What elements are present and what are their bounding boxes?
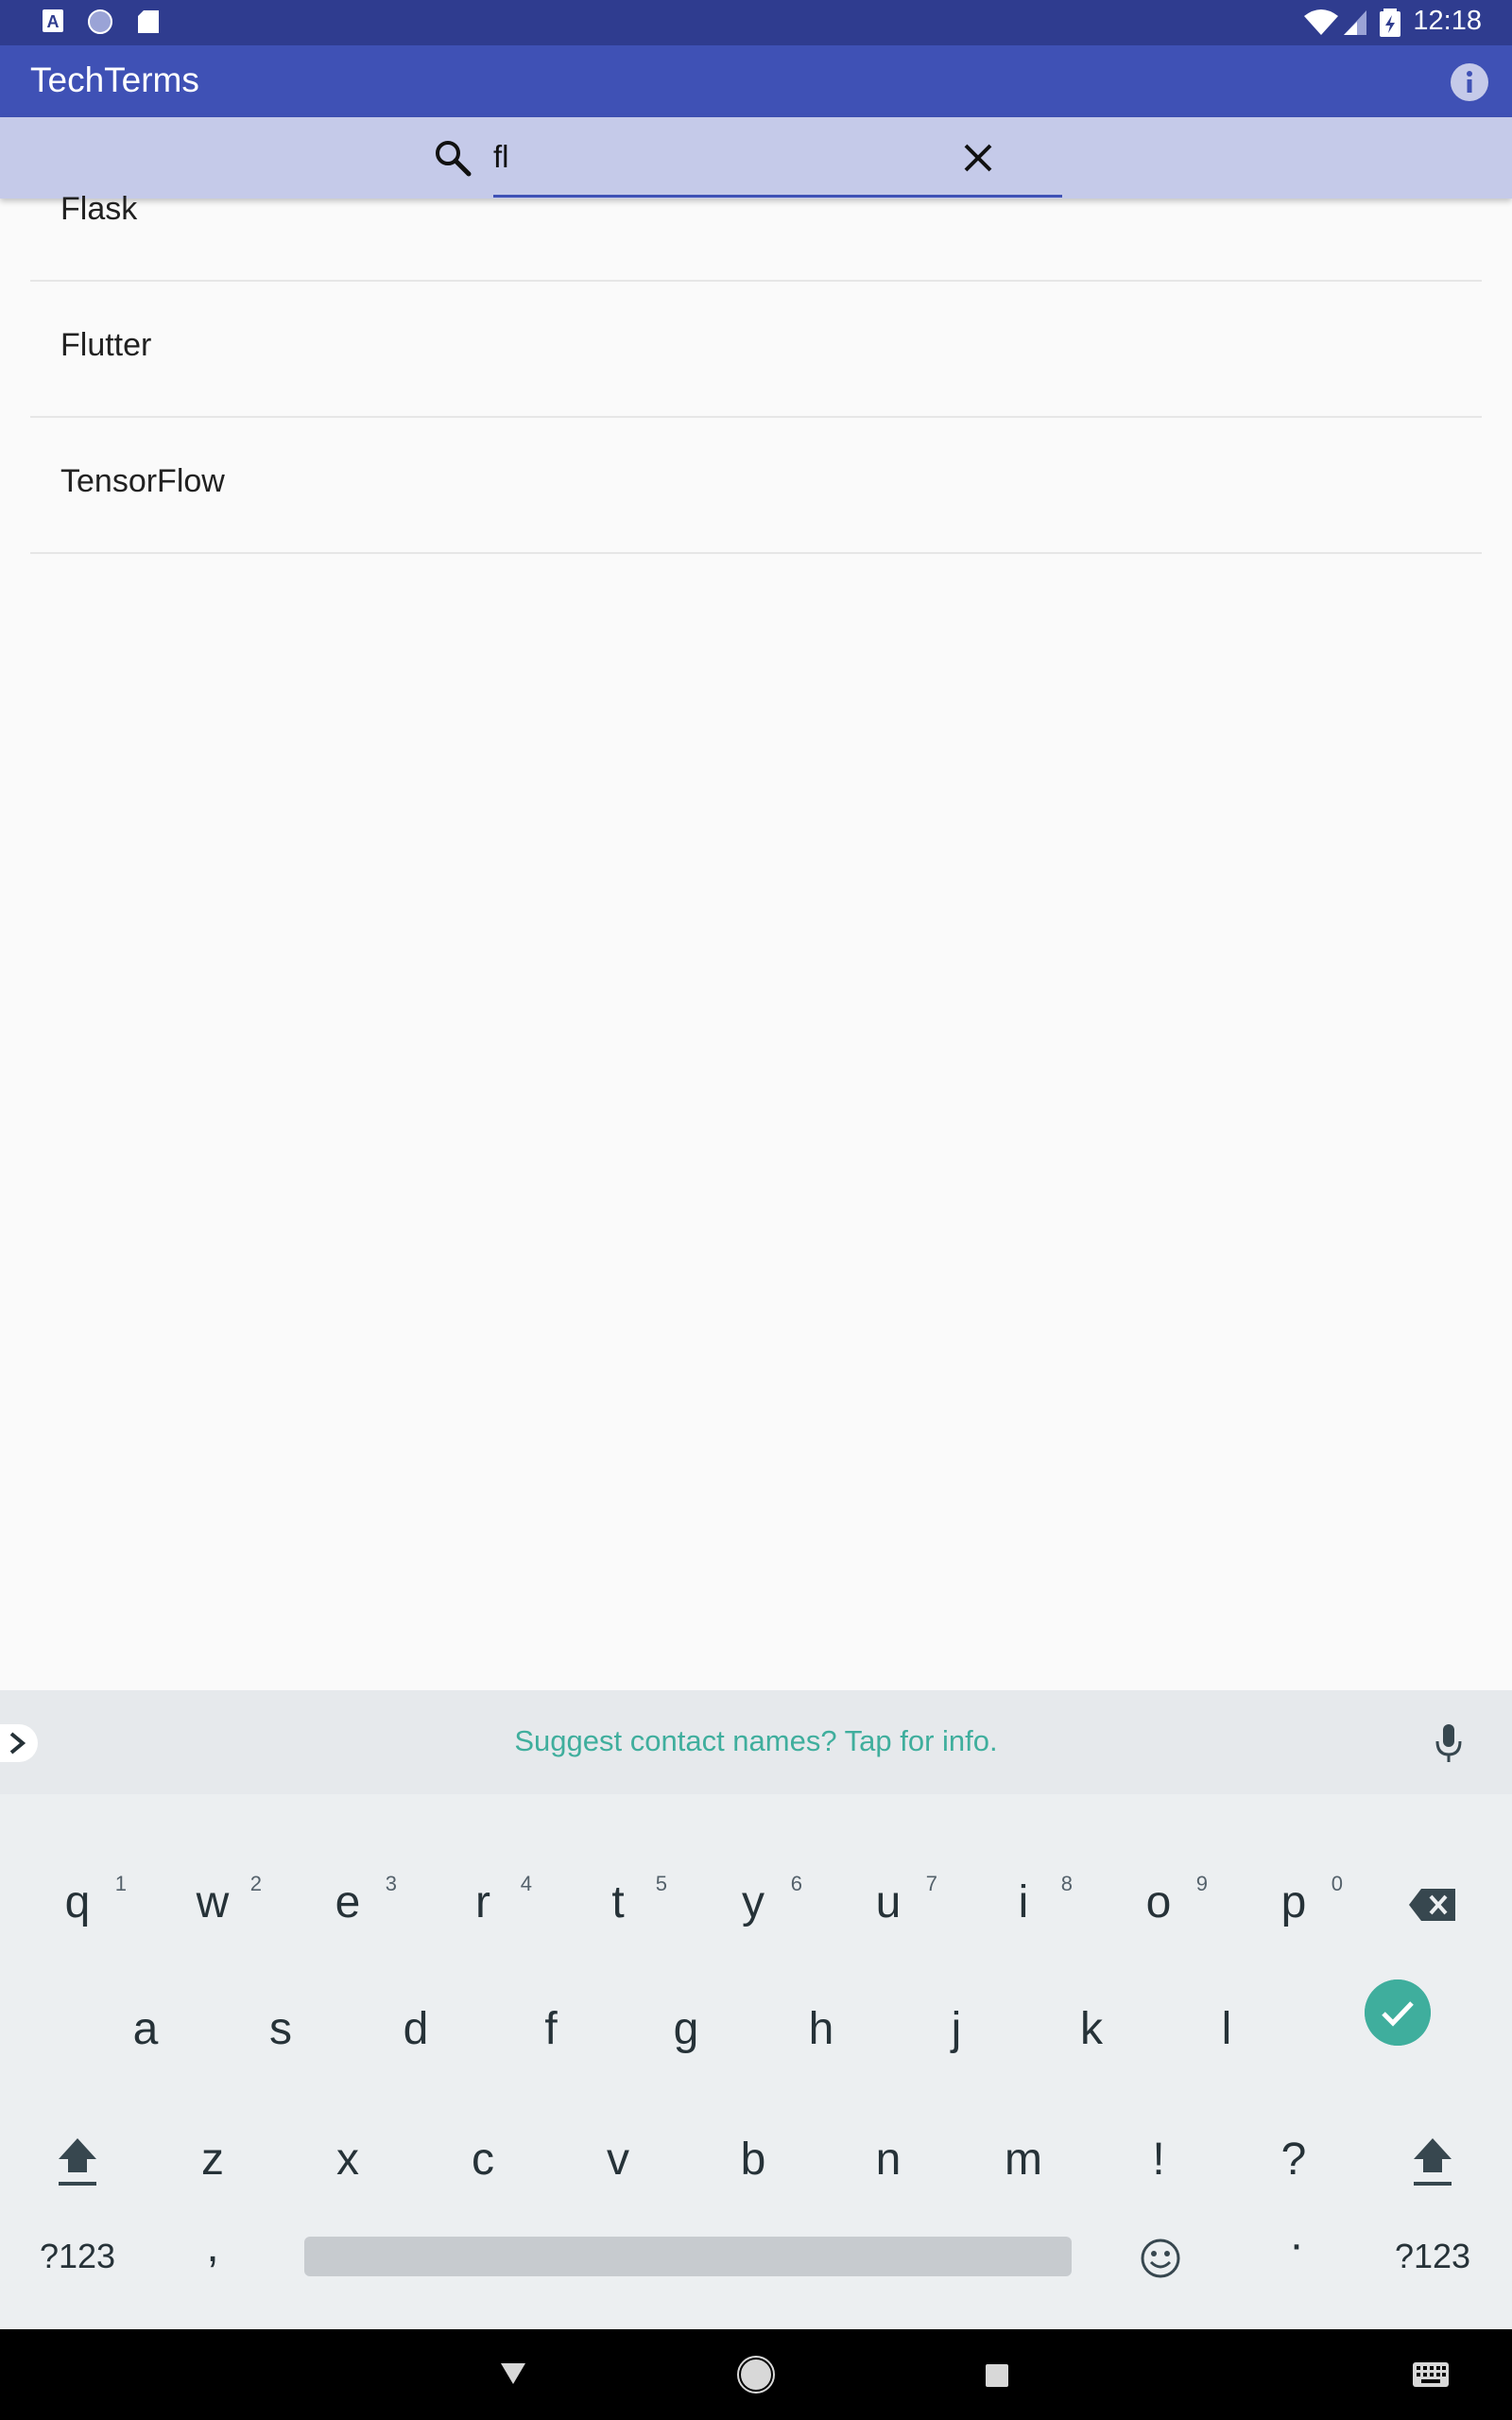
key-u[interactable]: u7 (822, 1841, 954, 1964)
key-hint: 9 (1195, 1872, 1208, 1895)
recents-icon[interactable] (985, 2363, 1009, 2388)
key-label: e (335, 1877, 361, 1927)
spacebar[interactable] (304, 2237, 1072, 2276)
contact-suggestion-prompt[interactable]: Suggest contact names? Tap for info. (0, 1724, 1512, 1758)
key-hint: 8 (1060, 1872, 1073, 1895)
key-v[interactable]: v (552, 2099, 684, 2221)
emoji-key[interactable] (1094, 2195, 1227, 2318)
key-label: p (1280, 1877, 1307, 1927)
key-l[interactable]: l (1160, 1968, 1293, 2091)
key-o[interactable]: o9 (1092, 1841, 1225, 1964)
key-r[interactable]: r4 (417, 1841, 549, 1964)
key-label: o (1145, 1877, 1172, 1927)
key-hint: 2 (249, 1872, 262, 1895)
key-label: q (64, 1877, 91, 1927)
wifi-icon (1304, 9, 1338, 35)
navigation-bar (0, 2329, 1512, 2420)
app-bar: TechTerms (0, 45, 1512, 117)
back-icon[interactable] (499, 2361, 527, 2386)
list-item-label: Flask (60, 191, 138, 227)
key-d[interactable]: d (350, 1968, 482, 2091)
key-b[interactable]: b (687, 2099, 819, 2221)
svg-text:A: A (47, 12, 60, 31)
key-j[interactable]: j (890, 1968, 1022, 2091)
signal-icon (1344, 10, 1366, 35)
suggestion-strip: Suggest contact names? Tap for info. (0, 1690, 1512, 1794)
symbols-key[interactable]: ?123 (11, 2195, 144, 2318)
key-hint: 0 (1331, 1872, 1343, 1895)
info-icon[interactable] (1450, 62, 1489, 102)
key-label: t (611, 1877, 625, 1927)
key-a[interactable]: a (79, 1968, 212, 2091)
status-time: 12:18 (1413, 6, 1482, 36)
backspace-key[interactable] (1366, 1841, 1499, 1964)
key-hint: 4 (520, 1872, 532, 1895)
key-t[interactable]: t5 (552, 1841, 684, 1964)
key-hint: 7 (925, 1872, 937, 1895)
list-item-label: TensorFlow (60, 463, 225, 499)
key-i[interactable]: i8 (957, 1841, 1090, 1964)
home-icon[interactable] (737, 2356, 775, 2394)
key-hint: 6 (790, 1872, 802, 1895)
comma-key[interactable]: , (146, 2186, 279, 2308)
key-n[interactable]: n (822, 2099, 954, 2221)
results-list: Flask Flutter TensorFlow (30, 146, 1482, 554)
shift-icon (1414, 2138, 1452, 2187)
key-k[interactable]: k (1025, 1968, 1158, 2091)
key-q[interactable]: q1 (11, 1841, 144, 1964)
key-w[interactable]: w2 (146, 1841, 279, 1964)
list-item[interactable]: TensorFlow (30, 418, 1482, 554)
key-label: r (475, 1877, 490, 1927)
microphone-icon[interactable] (1435, 1722, 1463, 1764)
battery-icon (1380, 9, 1400, 37)
shift-icon (59, 2138, 96, 2187)
list-item[interactable]: Flutter (30, 282, 1482, 418)
key-label: w (196, 1877, 230, 1927)
sync-notification-icon (88, 9, 112, 34)
key-s[interactable]: s (215, 1968, 347, 2091)
key-h[interactable]: h (755, 1968, 887, 2091)
list-item-label: Flutter (60, 327, 152, 363)
period-key[interactable]: · (1230, 2184, 1363, 2307)
key-label: y (742, 1877, 765, 1927)
list-item[interactable]: Flask (30, 146, 1482, 282)
emoji-icon (1141, 2238, 1180, 2278)
keyboard: q1 w2 e3 r4 t5 y6 u7 i8 o9 p0 a s d f g … (0, 1794, 1512, 2329)
key-e[interactable]: e3 (282, 1841, 414, 1964)
key-p[interactable]: p0 (1228, 1841, 1360, 1964)
key-hint: 5 (655, 1872, 667, 1895)
key-f[interactable]: f (485, 1968, 617, 2091)
key-hint: 3 (385, 1872, 397, 1895)
key-m[interactable]: m (957, 2099, 1090, 2221)
key-x[interactable]: x (282, 2099, 414, 2221)
status-bar: A 12:18 (0, 0, 1512, 45)
sd-card-icon (138, 10, 159, 33)
key-y[interactable]: y6 (687, 1841, 819, 1964)
key-hint: 1 (114, 1872, 127, 1895)
enter-check-icon[interactable] (1365, 1979, 1431, 2046)
key-g[interactable]: g (620, 1968, 752, 2091)
backspace-icon (1409, 1889, 1455, 1922)
keyboard-switch-icon[interactable] (1412, 2361, 1450, 2390)
key-label: i (1018, 1877, 1029, 1927)
key-c[interactable]: c (417, 2099, 549, 2221)
app-title: TechTerms (30, 60, 199, 99)
text-notification-icon: A (43, 9, 63, 32)
symbols-key-right[interactable]: ?123 (1366, 2195, 1499, 2318)
key-label: u (875, 1877, 902, 1927)
